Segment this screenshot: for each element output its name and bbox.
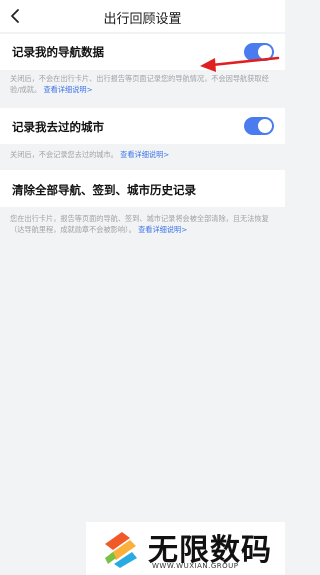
description-text: 关闭后，不会记录您去过的城市。	[10, 150, 118, 159]
visited-cities-toggle[interactable]	[244, 117, 274, 135]
red-arrow-annotation	[200, 56, 280, 72]
visited-cities-setting-row: 记录我去过的城市	[0, 108, 285, 144]
watermark-url: WWW.WUXIAN.GROUP	[152, 562, 239, 570]
visited-cities-label: 记录我去过的城市	[12, 120, 104, 134]
toggle-knob	[258, 119, 272, 133]
clear-history-description: 您在出行卡片，报告等页面的导航、签到、城市记录将会被全部清除，且无法恢复（达导航…	[10, 213, 278, 235]
clear-history-details-link[interactable]: 查看详细说明>	[138, 225, 187, 234]
watermark-logo: 无限数码 WWW.WUXIAN.GROUP	[86, 522, 285, 575]
navigation-data-details-link[interactable]: 查看详细说明>	[43, 85, 92, 94]
clear-history-label: 清除全部导航、签到、城市历史记录	[12, 183, 196, 197]
visited-cities-description: 关闭后，不会记录您去过的城市。 查看详细说明>	[10, 149, 278, 160]
logo-mark-icon	[105, 532, 137, 568]
navigation-data-label: 记录我的导航数据	[12, 45, 104, 59]
visited-cities-details-link[interactable]: 查看详细说明>	[120, 150, 169, 159]
navigation-data-description: 关闭后，不会在出行卡片、出行报告等页面记录您的导航情况，不会因导航获取经验/成就…	[10, 73, 278, 95]
clear-history-row[interactable]: 清除全部导航、签到、城市历史记录	[0, 170, 285, 207]
top-bar: 出行回顾设置	[0, 0, 285, 32]
page-title: 出行回顾设置	[103, 12, 182, 27]
